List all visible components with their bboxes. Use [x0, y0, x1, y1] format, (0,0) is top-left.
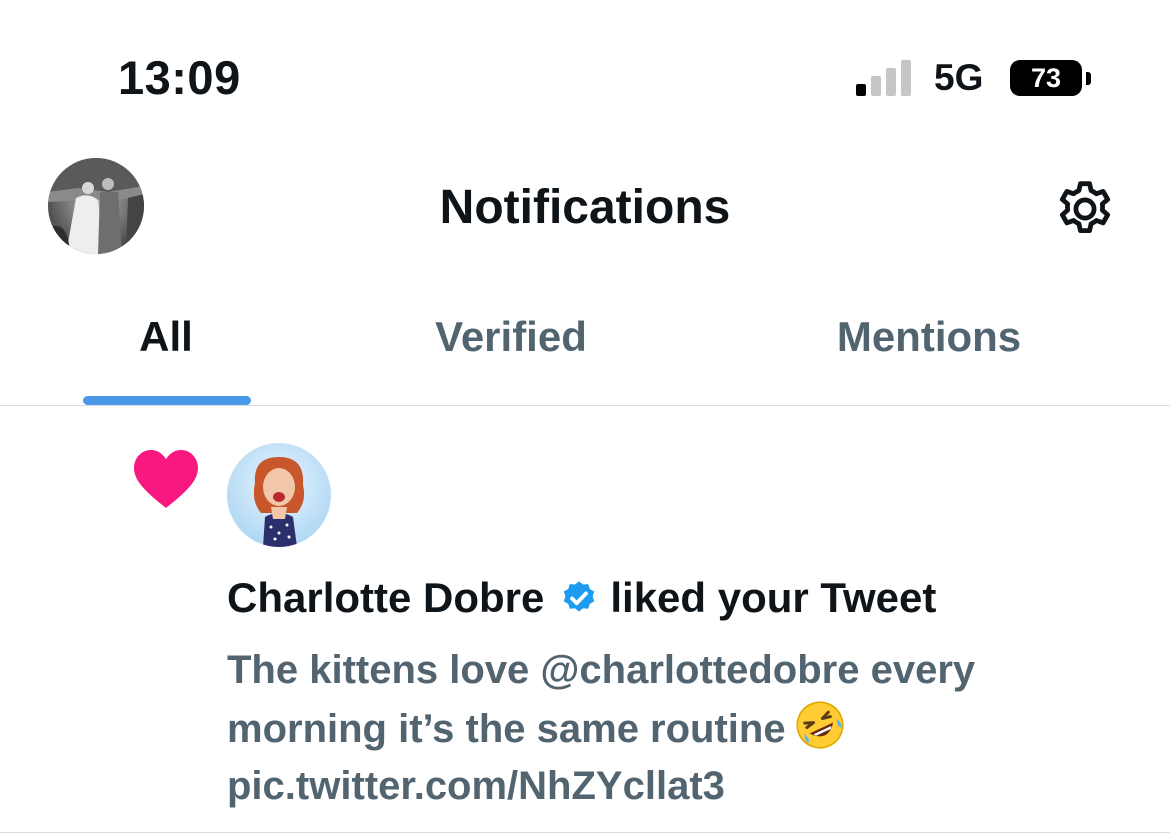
- status-time: 13:09: [118, 51, 241, 104]
- notification-item[interactable]: Charlotte Dobre liked your Tweet The kit…: [0, 406, 1170, 833]
- network-type: 5G: [934, 57, 984, 98]
- battery-tip: [1086, 72, 1091, 85]
- user-photo: [227, 443, 331, 547]
- status-bar: 13:09 5G 73: [0, 0, 1170, 150]
- active-tab-indicator: [83, 396, 251, 405]
- page-title: Notifications: [439, 181, 731, 234]
- verified-badge-icon: [564, 581, 595, 612]
- tweet-preview[interactable]: The kittens love @charlottedobre every m…: [227, 642, 1127, 815]
- user-name[interactable]: Charlotte Dobre: [227, 574, 544, 622]
- tab-mentions[interactable]: Mentions: [837, 313, 1021, 361]
- header: Notifications: [0, 150, 1170, 270]
- user-avatar[interactable]: [227, 443, 331, 547]
- tab-verified[interactable]: Verified: [435, 313, 587, 361]
- tab-all[interactable]: All: [139, 313, 193, 361]
- heart-icon: [134, 450, 198, 508]
- notification-summary: Charlotte Dobre liked your Tweet: [227, 574, 936, 622]
- notification-tabs: All Verified Mentions: [0, 295, 1170, 406]
- rofl-emoji-icon: [796, 701, 844, 749]
- tweet-text: The kittens love @charlottedobre every m…: [227, 648, 976, 751]
- gear-icon[interactable]: [1053, 177, 1117, 241]
- tweet-link[interactable]: pic.twitter.com/NhZYcllat3: [227, 764, 725, 808]
- notification-action: liked your Tweet: [610, 574, 937, 621]
- signal-strength-icon: [856, 60, 911, 96]
- battery-level: 73: [1010, 60, 1082, 96]
- battery-icon: 73: [1010, 60, 1094, 100]
